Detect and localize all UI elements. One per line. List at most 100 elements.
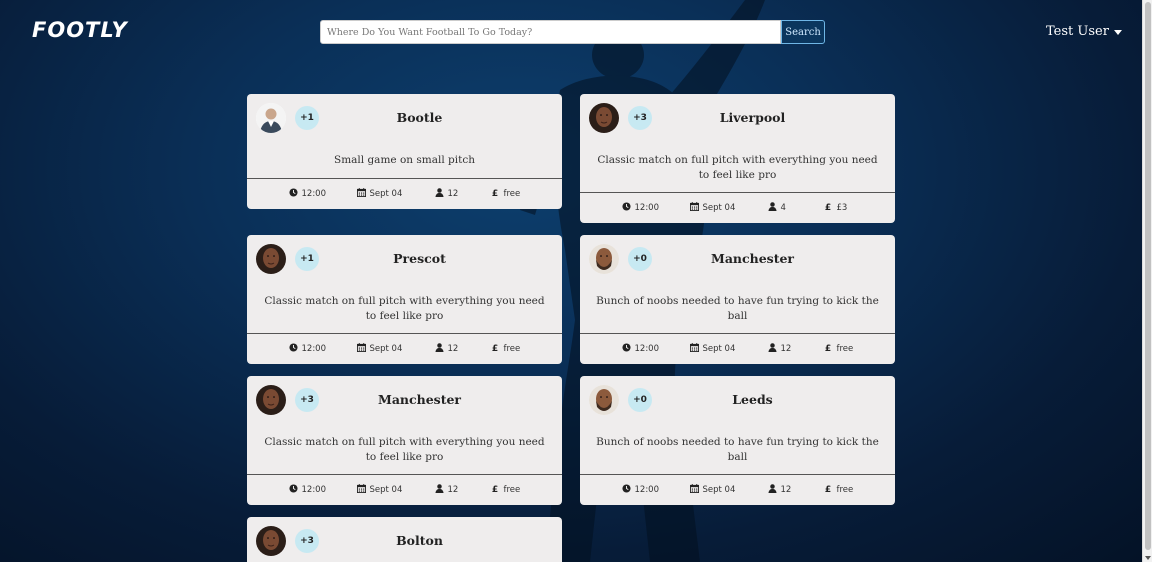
match-meta: 12:00 Sept 04 12 £ free [247,475,562,505]
price-value: free [836,344,854,354]
scroll-down-arrow-icon[interactable] [1145,556,1151,560]
svg-text:£: £ [824,344,830,352]
user-name: Test User [1046,24,1109,39]
clock-icon [621,343,631,355]
match-description: Classic match on full pitch with everyth… [247,424,562,475]
spots-badge: +3 [295,529,319,553]
players-meta: 12 [434,484,491,496]
match-location-title: Manchester [377,392,462,407]
date-meta: Sept 04 [689,202,768,214]
match-card[interactable]: +0 Leeds Bunch of noobs needed to have fun… [580,376,895,505]
players-value: 12 [780,485,792,495]
match-card[interactable]: +3 Liverpool Classic match on full pitch w… [580,94,895,223]
match-location-title: Prescot [393,251,446,266]
players-value: 12 [447,344,459,354]
card-header: +0 Leeds [580,376,895,424]
calendar-icon [689,202,699,214]
organizer-avatar[interactable] [589,103,619,133]
time-value: 12:00 [301,188,327,199]
svg-text:£: £ [491,485,497,493]
price-meta: £ free [491,484,521,496]
time-value: 12:00 [301,344,327,354]
pound-icon: £ [491,343,500,355]
organizer-avatar[interactable] [256,244,286,274]
organizer-avatar[interactable] [589,385,619,415]
search-input[interactable] [320,20,781,44]
calendar-icon [356,484,366,496]
date-meta: Sept 04 [689,484,768,496]
match-location-title: Bootle [396,110,443,125]
card-header: +3 Liverpool [580,94,895,142]
date-meta: Sept 04 [356,343,435,355]
user-menu[interactable]: Test User [1046,24,1122,39]
clock-icon [288,187,298,200]
svg-text:£: £ [824,485,830,493]
spots-badge: +0 [628,247,652,271]
match-meta: 12:00 Sept 04 12 £ free [247,334,562,364]
players-meta: 12 [767,484,824,496]
date-value: Sept 04 [702,485,736,495]
match-card[interactable]: +1 Prescot Classic match on full pitch wit… [247,235,562,364]
spots-badge: +1 [295,247,319,271]
match-description: Classic match on full pitch with everyth… [580,142,895,193]
calendar-icon [356,187,366,200]
match-card[interactable]: +1 Bootle Small game on small pitch 12:00 Se… [247,94,562,209]
match-meta: 12:00 Sept 04 12 £ free [580,475,895,505]
match-meta: 12:00 Sept 04 4 £ £3 [580,193,895,223]
organizer-avatar[interactable] [256,103,286,133]
user-icon [434,484,444,496]
price-value: free [503,485,521,495]
match-location-title: Liverpool [719,110,786,125]
match-card[interactable]: +3 Bolton [247,517,562,562]
time-meta: 12:00 [288,484,357,496]
time-meta: 12:00 [621,343,690,355]
match-description: Small game on small pitch [247,142,562,179]
price-value: free [503,344,521,354]
time-value: 12:00 [301,485,327,495]
pound-icon: £ [824,343,833,355]
clock-icon [621,484,631,496]
organizer-avatar[interactable] [256,526,286,556]
spots-badge: +1 [295,106,319,130]
match-location-title: Leeds [732,392,773,407]
date-meta: Sept 04 [689,343,768,355]
pound-icon: £ [491,484,500,496]
match-location-title: Manchester [710,251,795,266]
card-header: +1 Prescot [247,235,562,283]
players-meta: 4 [767,202,824,214]
time-value: 12:00 [634,344,660,354]
price-meta: £ £3 [824,202,854,214]
spots-badge: +3 [628,106,652,130]
date-value: Sept 04 [702,344,736,354]
date-value: Sept 04 [702,203,736,213]
price-meta: £ free [491,343,521,355]
date-meta: Sept 04 [356,187,435,200]
date-value: Sept 04 [369,485,403,495]
scrollbar-thumb[interactable] [1145,2,1151,550]
calendar-icon [689,484,699,496]
caret-down-icon [1113,29,1122,35]
user-icon [767,202,777,214]
price-value: free [836,485,854,495]
footly-logo[interactable]: FOOTLY [32,18,128,42]
match-description: Bunch of noobs needed to have fun trying… [580,283,895,334]
match-card[interactable]: +0 Manchester Bunch of noobs needed to hav… [580,235,895,364]
pound-icon: £ [824,484,833,496]
match-location-title: Bolton [396,533,443,548]
search-button[interactable]: Search [781,20,825,44]
user-icon [434,343,444,355]
organizer-avatar[interactable] [256,385,286,415]
organizer-avatar[interactable] [589,244,619,274]
scrollbar[interactable] [1142,0,1152,562]
date-meta: Sept 04 [356,484,435,496]
date-value: Sept 04 [369,188,403,199]
clock-icon [621,202,631,214]
players-value: 4 [780,203,786,213]
players-meta: 12 [767,343,824,355]
match-description: Bunch of noobs needed to have fun trying… [580,424,895,475]
search-bar: Search [320,20,825,44]
match-card[interactable]: +3 Manchester Classic match on full pitch … [247,376,562,505]
pound-icon: £ [491,188,500,200]
user-icon [434,187,444,200]
time-meta: 12:00 [621,484,690,496]
